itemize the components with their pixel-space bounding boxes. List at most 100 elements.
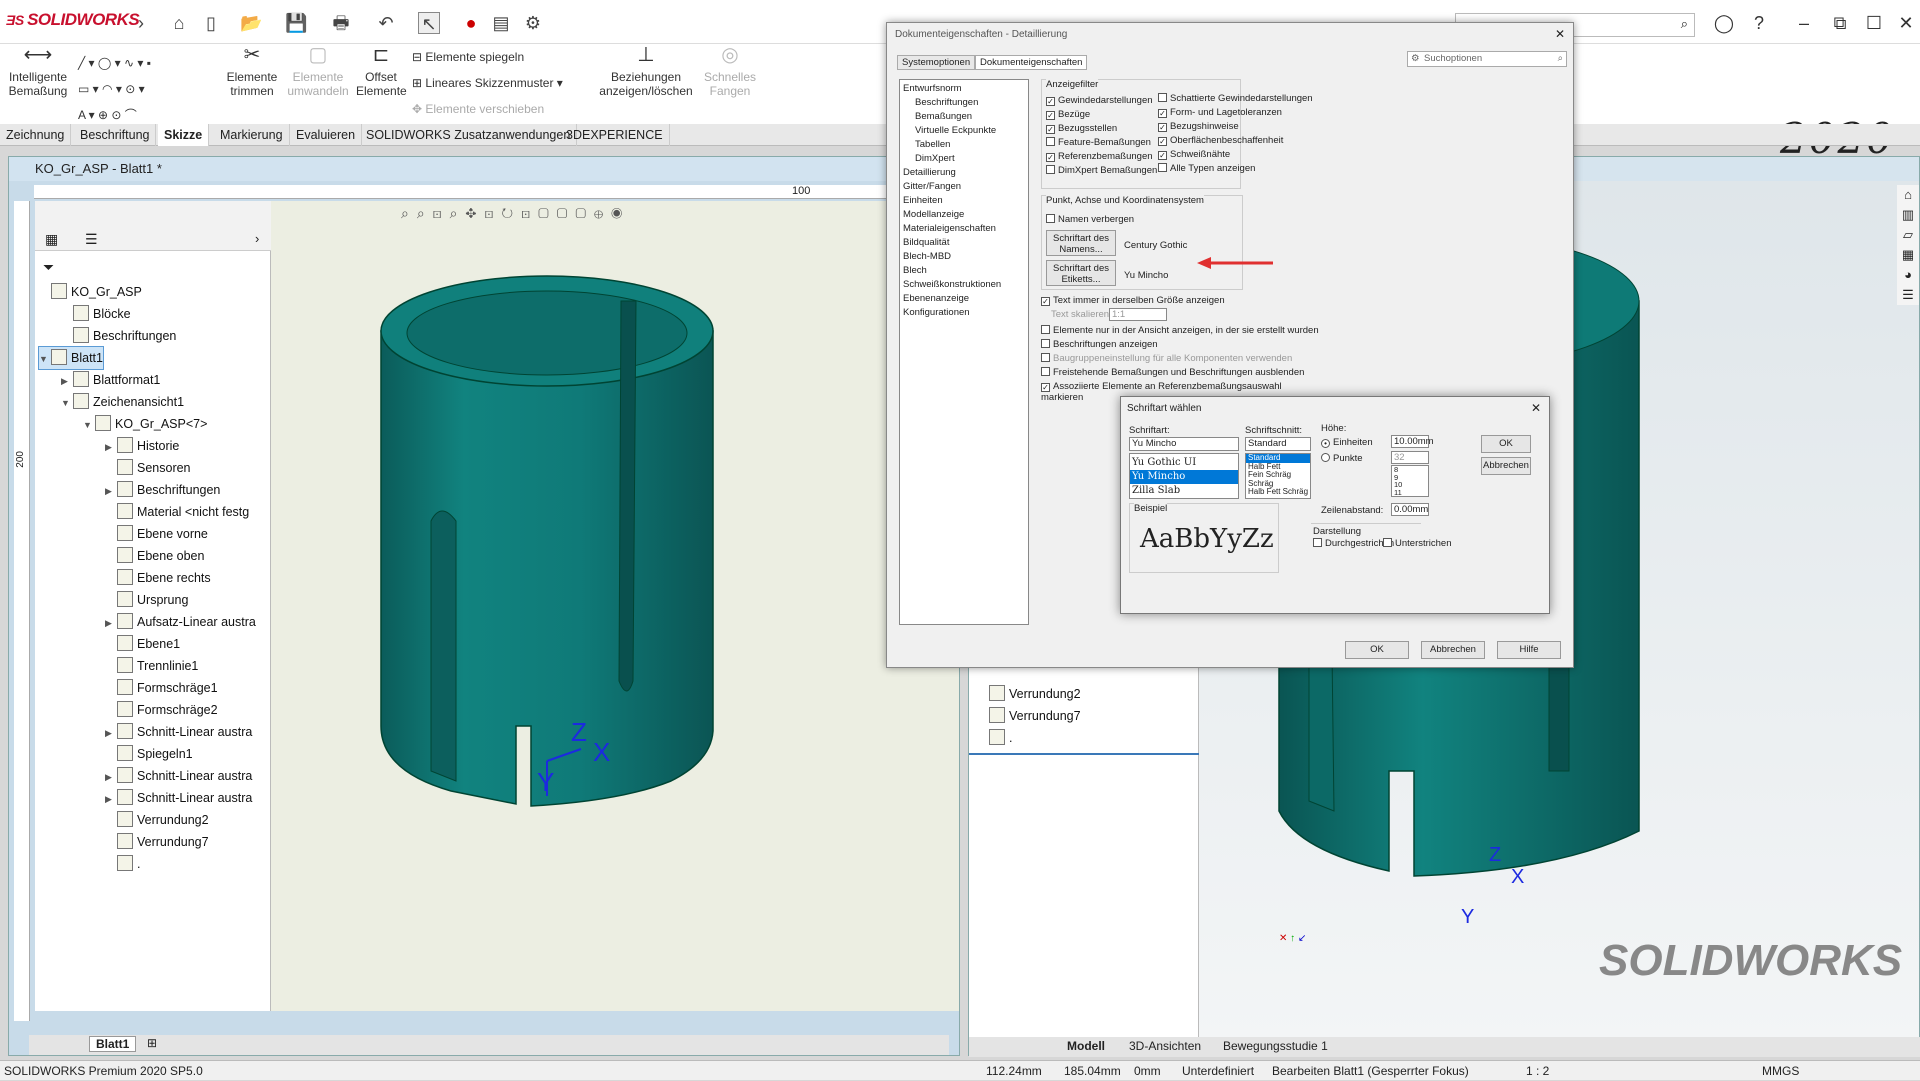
tree-item[interactable]: KO_Gr_ASP xyxy=(39,281,142,303)
filter-checkbox[interactable]: ✓ Bezüge xyxy=(1046,108,1157,122)
tab-evaluieren[interactable]: Evaluieren xyxy=(290,124,363,146)
new-document-icon[interactable]: ▯ xyxy=(200,12,222,34)
home-icon[interactable]: ⌂ xyxy=(168,12,190,34)
checkbox-icon[interactable] xyxy=(1046,165,1055,174)
heads-up-view-toolbar[interactable]: ⌕⌕⊡⌕✥⊡↻⊡▢▢▢⊕◉ xyxy=(401,205,630,222)
nav-item[interactable]: Schweißkonstruktionen xyxy=(903,278,1025,292)
undo-icon[interactable]: ↶ xyxy=(375,12,397,34)
hide-dangling-checkbox[interactable]: Freistehende Bemaßungen und Beschriftung… xyxy=(1041,367,1304,378)
height-units-input[interactable]: 10.00mm xyxy=(1391,435,1434,448)
tree-item[interactable]: Ebene oben xyxy=(105,545,204,567)
expand-arrow-icon[interactable]: ▶ xyxy=(105,766,117,788)
nav-item[interactable]: Ebenenanzeige xyxy=(903,292,1025,306)
nav-item[interactable]: Beschriftungen xyxy=(903,96,1025,110)
nav-item[interactable]: Virtuelle Eckpunkte xyxy=(903,124,1025,138)
checkbox-icon[interactable]: ✓ xyxy=(1158,151,1167,160)
maximize-icon[interactable]: ☐ xyxy=(1860,10,1888,36)
tab-addins[interactable]: SOLIDWORKS Zusatzanwendungen xyxy=(360,124,578,146)
line-spacing-input[interactable]: 0.00mm xyxy=(1391,503,1429,516)
expand-arrow-icon[interactable]: ▶ xyxy=(105,612,117,634)
tree-item[interactable]: Verrundung7 xyxy=(105,831,209,853)
search-icon[interactable]: ⌕ xyxy=(1558,52,1563,66)
font-style-input[interactable]: Standard xyxy=(1245,437,1311,451)
font-style-list[interactable]: Standard Halb Fett Fein Schräg Schräg Halb F… xyxy=(1245,453,1311,499)
hide-names-checkbox[interactable]: Namen verbergen xyxy=(1046,214,1134,225)
tree-item[interactable]: ▼ Blatt1 xyxy=(38,346,104,370)
same-size-checkbox[interactable]: ✓ Text immer in derselben Größe anzeigen xyxy=(1041,295,1225,306)
tree-item[interactable]: Formschräge2 xyxy=(105,699,218,721)
size-option[interactable]: 11 xyxy=(1394,488,1428,497)
tree-item[interactable]: Material <nicht festg xyxy=(105,501,249,523)
user-icon[interactable]: ◯ xyxy=(1710,10,1738,36)
task-pane-library-icon[interactable]: ▥ xyxy=(1897,205,1919,225)
text-scale-select[interactable]: 1:1 xyxy=(1109,308,1167,321)
nav-item[interactable]: Tabellen xyxy=(903,138,1025,152)
print-icon[interactable]: 🖶 xyxy=(330,12,352,34)
dialog-ok-button[interactable]: OK xyxy=(1345,641,1409,659)
font-option[interactable]: Yu Gothic UI xyxy=(1130,456,1238,470)
solidworks-logo[interactable]: ƎS SOLIDWORKS xyxy=(6,10,140,30)
trim-button[interactable]: ✂ Elemente trimmen xyxy=(222,45,282,98)
font-option-selected[interactable]: Yu Mincho xyxy=(1130,470,1238,484)
expand-arrow-icon[interactable]: ▶ xyxy=(105,788,117,810)
mirror-button[interactable]: ⊟ Elemente spiegeln xyxy=(412,50,524,64)
model-view-drawing[interactable]: Z X Y xyxy=(361,261,721,821)
tree-item[interactable]: ▶ Beschriftungen xyxy=(105,479,220,501)
dialog-cancel-button[interactable]: Abbrechen xyxy=(1421,641,1485,659)
tab-beschriftung[interactable]: Beschriftung xyxy=(74,124,157,146)
tree-item[interactable]: . xyxy=(105,853,140,875)
status-scale[interactable]: 1 : 2 xyxy=(1526,1061,1549,1081)
offset-button[interactable]: ⊏ Offset Elemente xyxy=(356,45,407,98)
assembly-setting-checkbox[interactable]: Baugruppeneinstellung für alle Komponent… xyxy=(1041,353,1292,364)
open-icon[interactable]: 📂 xyxy=(240,12,262,34)
tab-dokumenteigenschaften[interactable]: Dokumenteigenschaften xyxy=(975,55,1088,70)
status-units[interactable]: MMGS xyxy=(1762,1061,1799,1081)
tree-item[interactable]: Spiegeln1 xyxy=(105,743,193,765)
tab-blatt1[interactable]: Blatt1 xyxy=(89,1036,137,1052)
nav-item[interactable]: Bemaßungen xyxy=(903,110,1025,124)
options-gear-icon[interactable]: ⚙ xyxy=(522,12,544,34)
model-feature-tree[interactable]: Verrundung2 Verrundung7 . xyxy=(969,657,1199,1037)
tree-item[interactable]: Sensoren xyxy=(105,457,191,479)
filter-checkbox[interactable]: ✓ Bezugshinweise xyxy=(1158,120,1278,134)
tree-item[interactable]: ▼ KO_Gr_ASP<7> xyxy=(83,413,207,435)
smart-dimension-button[interactable]: ⟷ Intelligente Bemaßung xyxy=(6,45,70,98)
font-dialog-close-icon[interactable]: ✕ xyxy=(1531,401,1541,415)
filter-checkbox[interactable]: ✓ Referenzbemaßungen xyxy=(1046,150,1157,164)
move-button[interactable]: ✥ Elemente verschieben xyxy=(412,102,544,116)
expand-arrow-icon[interactable]: › xyxy=(130,12,152,34)
expand-arrow-icon[interactable]: ▶ xyxy=(105,480,117,502)
tree-item[interactable]: Beschriftungen xyxy=(61,325,176,347)
strikeout-checkbox[interactable]: Durchgestrichen xyxy=(1313,538,1394,549)
filter-checkbox[interactable]: ✓ Form- und Lagetoleranzen xyxy=(1158,106,1282,120)
filter-checkbox[interactable]: ✓ Gewindedarstellungen xyxy=(1046,94,1157,108)
linear-pattern-button[interactable]: ⊞ Lineares Skizzenmuster ▾ xyxy=(412,76,563,90)
tab-systemoptionen[interactable]: Systemoptionen xyxy=(897,55,976,70)
nav-item[interactable]: Gitter/Fangen xyxy=(903,180,1025,194)
font-ok-button[interactable]: OK xyxy=(1481,435,1531,453)
help-icon[interactable]: ? xyxy=(1745,10,1773,36)
close-icon[interactable]: ✕ xyxy=(1892,10,1920,36)
height-points-input[interactable]: 32 xyxy=(1391,451,1429,464)
property-tab-icon[interactable]: ☰ xyxy=(85,231,98,248)
rollback-bar[interactable] xyxy=(969,753,1199,755)
sketch-tools[interactable]: ╱ ▾ ◯ ▾ ∿ ▾ ▪ ▭ ▾ ◠ ▾ ⊙ ▾ A ▾ ⊕ ⊙ ⌒ xyxy=(78,50,208,128)
nav-item[interactable]: Materialeigenschaften xyxy=(903,222,1025,236)
tab-markierung[interactable]: Markierung xyxy=(214,124,290,146)
nav-item[interactable]: Einheiten xyxy=(903,194,1025,208)
expand-arrow-icon[interactable]: ▶ xyxy=(105,722,117,744)
tree-item[interactable]: Verrundung2 xyxy=(989,683,1081,705)
tree-item[interactable]: ▶ Schnitt-Linear austra xyxy=(105,721,252,743)
filter-icon[interactable]: ⏷ xyxy=(43,259,54,276)
show-annotations-checkbox[interactable]: Beschriftungen anzeigen xyxy=(1041,339,1158,350)
dialog-help-button[interactable]: Hilfe xyxy=(1497,641,1561,659)
checkbox-icon[interactable] xyxy=(1046,137,1055,146)
dialog-close-icon[interactable]: ✕ xyxy=(1555,27,1565,41)
tab-modell[interactable]: Modell xyxy=(1067,1039,1105,1053)
nav-item[interactable]: Modellanzeige xyxy=(903,208,1025,222)
font-option[interactable]: Zilla Slab xyxy=(1130,484,1238,498)
nav-item[interactable]: Konfigurationen xyxy=(903,306,1025,320)
style-option[interactable]: Halb Fett Schräg xyxy=(1246,487,1310,497)
font-name-input[interactable]: Yu Mincho xyxy=(1129,437,1239,451)
task-pane-home-icon[interactable]: ⌂ xyxy=(1897,185,1919,205)
